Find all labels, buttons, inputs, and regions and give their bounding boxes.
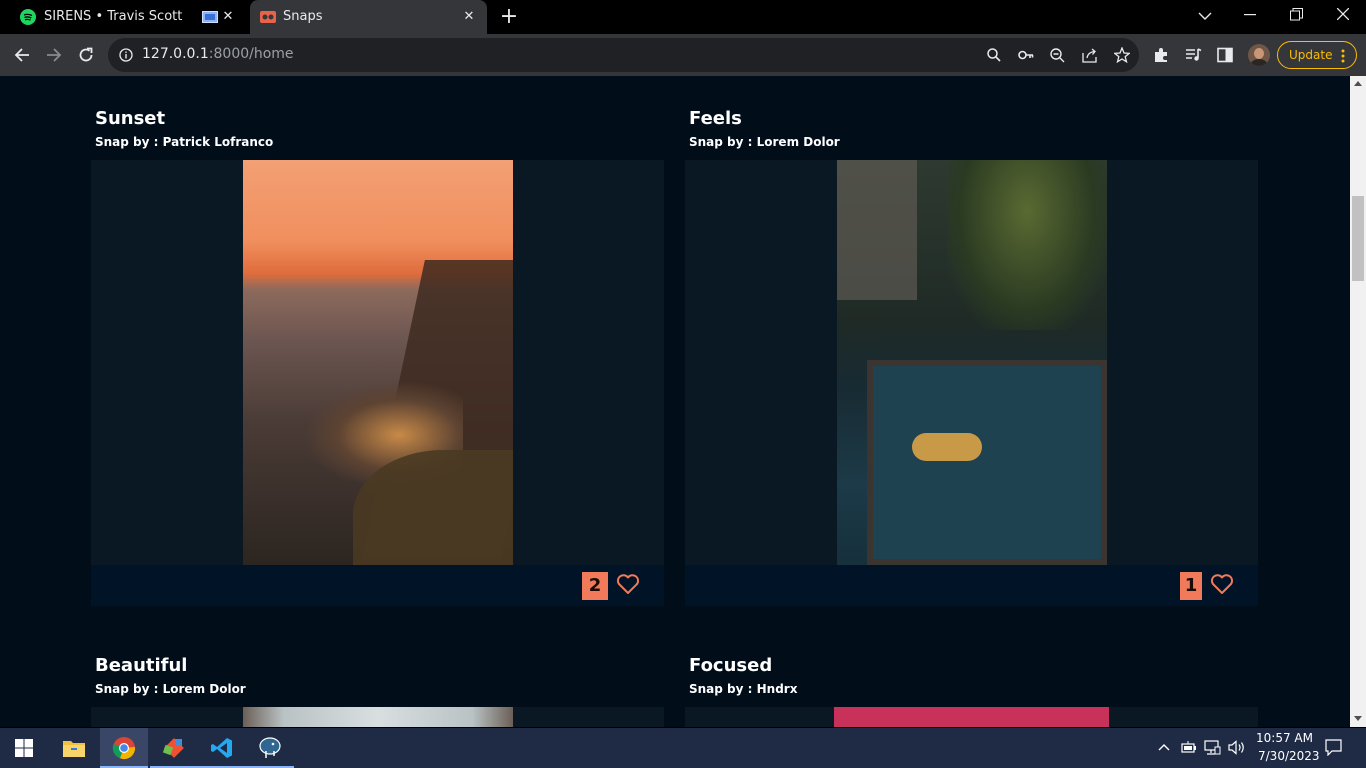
close-tab-icon[interactable]: ✕	[220, 9, 236, 25]
file-explorer-icon[interactable]	[50, 728, 98, 768]
scroll-down-icon[interactable]	[1354, 716, 1362, 721]
key-icon[interactable]	[1018, 49, 1034, 61]
tab-title: SIRENS • Travis Scott	[44, 9, 183, 24]
page-content: Sunset Snap by : Patrick Lofranco 2 Feel…	[0, 76, 1350, 727]
notifications-icon[interactable]	[1325, 739, 1342, 756]
vscode-icon[interactable]	[198, 728, 246, 768]
pgadmin-icon[interactable]	[246, 728, 294, 768]
network-icon[interactable]	[1204, 740, 1221, 755]
focused-photo[interactable]	[834, 707, 1109, 727]
screen-share-icon	[202, 11, 218, 23]
more-options-icon	[1341, 49, 1345, 63]
card-footer: 1	[685, 565, 1258, 606]
card-title: Feels	[689, 108, 742, 129]
snap-image-frame	[685, 707, 1258, 727]
pool-photo[interactable]	[837, 160, 1107, 565]
snaps-favicon-icon	[260, 11, 276, 23]
back-icon[interactable]	[8, 41, 36, 69]
close-window-icon[interactable]	[1337, 8, 1349, 20]
card-title: Beautiful	[95, 655, 188, 676]
extensions-icon[interactable]	[1147, 41, 1175, 69]
profile-avatar[interactable]	[1248, 44, 1270, 66]
bookmark-star-icon[interactable]	[1114, 47, 1130, 63]
beautiful-photo[interactable]	[243, 707, 513, 727]
tab-strip: SIRENS • Travis Scott ✕ Snaps ✕ +	[0, 0, 1366, 34]
side-panel-icon[interactable]	[1211, 41, 1239, 69]
clock-date[interactable]: 7/30/2023	[1258, 749, 1320, 763]
heart-icon[interactable]	[616, 574, 640, 595]
like-count: 1	[1180, 572, 1202, 600]
card-byline: Snap by : Lorem Dolor	[95, 682, 246, 696]
heart-icon[interactable]	[1210, 574, 1234, 595]
media-control-icon[interactable]	[1179, 41, 1207, 69]
spotify-icon	[20, 9, 36, 25]
taskbar: 10:57 AM 7/30/2023	[0, 728, 1366, 768]
volume-icon[interactable]	[1228, 740, 1246, 755]
card-footer: 2	[91, 565, 664, 606]
sunset-photo[interactable]	[243, 160, 513, 565]
reload-icon[interactable]	[72, 41, 100, 69]
card-title: Focused	[689, 655, 773, 676]
minimize-icon[interactable]	[1244, 14, 1256, 16]
address-bar[interactable]: 127.0.0.1:8000/home	[108, 38, 1139, 72]
restore-icon[interactable]	[1290, 8, 1303, 21]
tab-search-icon[interactable]	[1198, 11, 1212, 21]
tab-title: Snaps	[283, 9, 323, 24]
update-button[interactable]: Update	[1277, 41, 1357, 69]
snap-image-frame	[91, 707, 664, 727]
close-tab-icon[interactable]: ✕	[461, 9, 477, 25]
zoom-out-icon[interactable]	[1050, 48, 1065, 63]
battery-icon[interactable]	[1181, 741, 1197, 753]
like-count: 2	[582, 572, 608, 600]
card-byline: Snap by : Hndrx	[689, 682, 798, 696]
site-info-icon[interactable]	[119, 48, 133, 62]
update-label: Update	[1289, 48, 1333, 62]
card-title: Sunset	[95, 108, 166, 129]
git-gui-icon[interactable]	[150, 728, 198, 768]
tab-snaps[interactable]: Snaps ✕	[250, 0, 487, 34]
card-byline: Snap by : Patrick Lofranco	[95, 135, 274, 149]
chrome-taskbar-icon[interactable]	[100, 728, 148, 768]
new-tab-button[interactable]: +	[497, 3, 521, 31]
card-byline: Snap by : Lorem Dolor	[689, 135, 840, 149]
snap-image-frame	[91, 160, 664, 565]
url-text: 127.0.0.1:8000/home	[142, 46, 294, 62]
snap-image-frame	[685, 160, 1258, 565]
clock-time[interactable]: 10:57 AM	[1256, 731, 1313, 745]
windows-start-icon[interactable]	[0, 728, 48, 768]
tab-spotify[interactable]: SIRENS • Travis Scott ✕	[8, 0, 246, 34]
show-hidden-icons-icon[interactable]	[1158, 743, 1170, 751]
share-icon[interactable]	[1082, 48, 1097, 63]
forward-icon[interactable]	[40, 41, 68, 69]
browser-toolbar: 127.0.0.1:8000/home Update	[0, 34, 1366, 76]
search-icon[interactable]	[987, 48, 1001, 62]
page-scrollbar[interactable]	[1350, 76, 1366, 727]
scroll-thumb[interactable]	[1352, 196, 1364, 281]
scroll-up-icon[interactable]	[1354, 81, 1362, 86]
